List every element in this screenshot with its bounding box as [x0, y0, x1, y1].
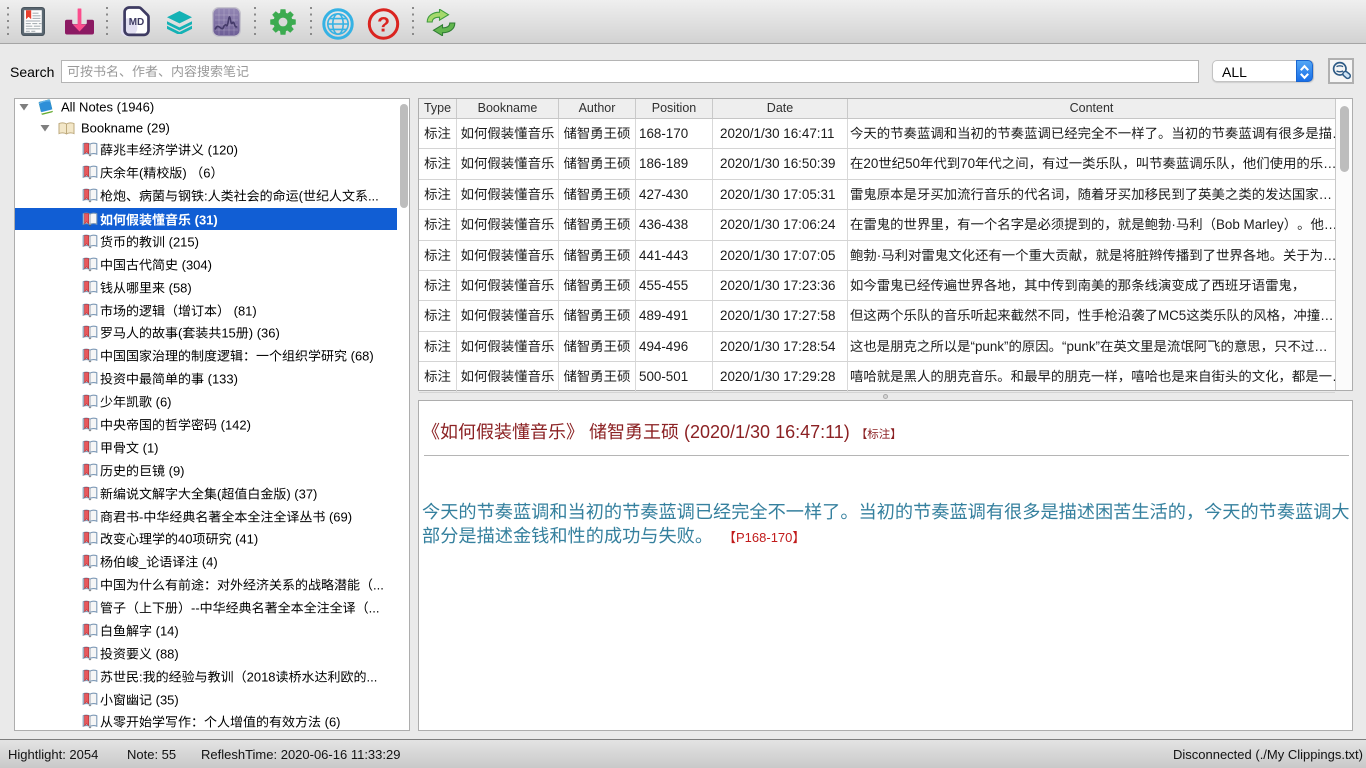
- svg-text:?: ?: [377, 14, 390, 37]
- svg-text:MD: MD: [129, 17, 145, 28]
